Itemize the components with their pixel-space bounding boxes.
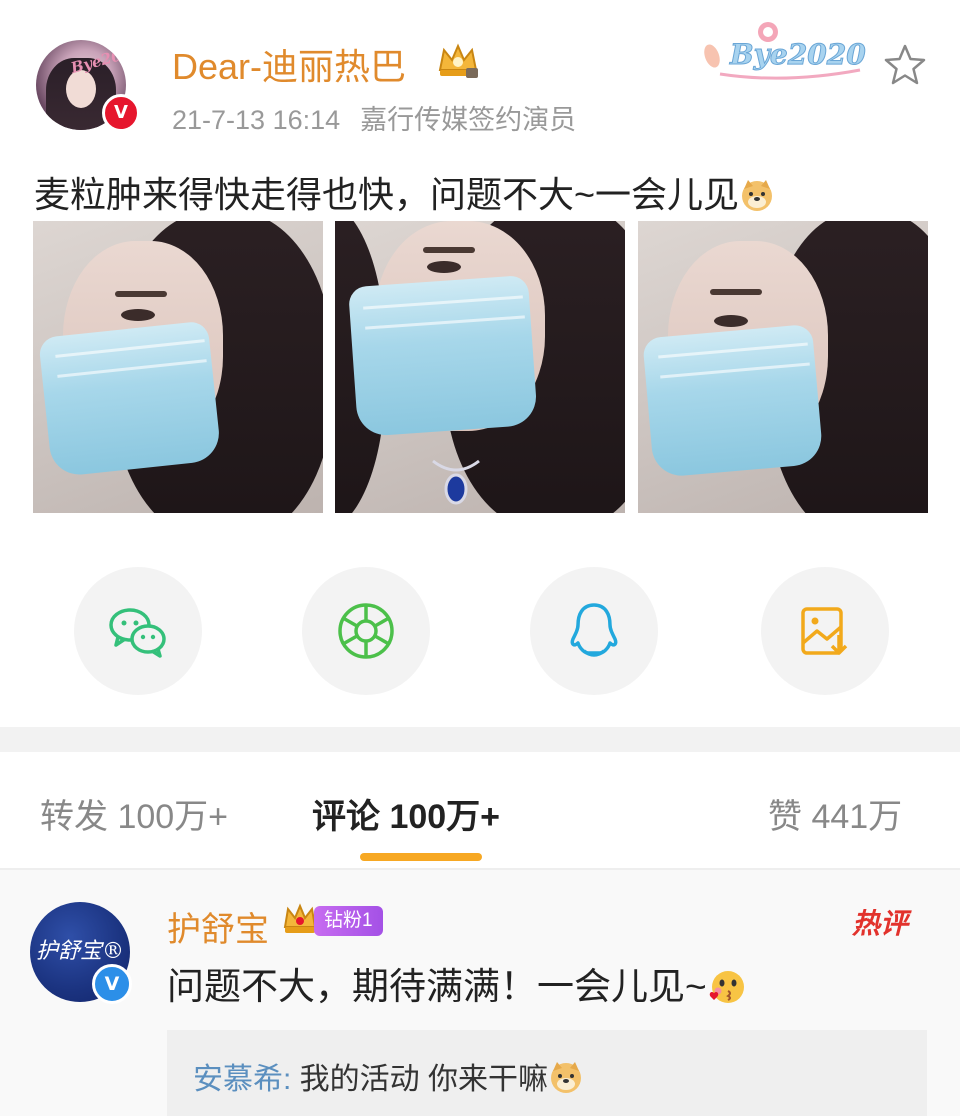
post-text-content: 麦粒肿来得快走得也快，问题不大~一会儿见 bbox=[34, 174, 740, 215]
post-photo-1[interactable] bbox=[33, 221, 323, 513]
reply-user[interactable]: 安慕希 bbox=[193, 1063, 283, 1096]
kiss-emoji-icon bbox=[709, 971, 744, 1003]
tab-repost[interactable]: 转发 100万+ bbox=[40, 789, 228, 838]
comment-text: 问题不大，期待满满！一会儿见~ bbox=[167, 956, 747, 1010]
tab-comment[interactable]: 评论 100万+ bbox=[312, 789, 500, 838]
post-source: 嘉行传媒签约演员 bbox=[360, 105, 577, 135]
section-divider bbox=[0, 727, 960, 752]
post-photo-3[interactable] bbox=[638, 221, 928, 513]
tab-repost-label: 转发 bbox=[40, 798, 108, 836]
post-meta: 21-7-13 16:14 嘉行传媒签约演员 bbox=[172, 98, 576, 137]
wechat-icon bbox=[109, 608, 166, 658]
tab-like-label: 赞 bbox=[768, 798, 802, 836]
qq-icon bbox=[570, 603, 618, 657]
tab-like[interactable]: 赞 441万 bbox=[768, 789, 902, 838]
moments-icon bbox=[338, 603, 394, 659]
share-moments-button[interactable] bbox=[302, 567, 430, 695]
post-text: 麦粒肿来得快走得也快，问题不大~一会儿见 bbox=[34, 166, 775, 218]
author-name[interactable]: Dear-迪丽热巴 bbox=[172, 38, 406, 90]
reply-text: 我的活动 你来干嘛 bbox=[299, 1063, 549, 1096]
comment-text-content: 问题不大，期待满满！一会儿见~ bbox=[167, 966, 707, 1007]
post-timestamp: 21-7-13 16:14 bbox=[172, 105, 341, 135]
bye-sticker-icon: Bye2020 bbox=[704, 22, 867, 80]
tab-like-count: 441万 bbox=[811, 798, 903, 836]
doge-emoji-icon bbox=[551, 1062, 582, 1093]
hot-comment-badge: 热评 bbox=[852, 908, 909, 939]
author-avatar[interactable]: Bye2020 V bbox=[36, 40, 140, 132]
save-image-icon bbox=[801, 607, 848, 655]
share-qq-button[interactable] bbox=[530, 567, 658, 695]
post-photo-2[interactable] bbox=[335, 221, 625, 513]
reply-preview[interactable]: 安慕希: 我的活动 你来干嘛 bbox=[167, 1030, 927, 1116]
commenter-verified-badge: V bbox=[92, 964, 132, 1004]
favorite-star-icon[interactable] bbox=[880, 40, 930, 90]
tab-comment-count: 100万+ bbox=[389, 798, 501, 836]
doge-emoji-icon bbox=[742, 180, 773, 211]
reply-line: 安慕希: 我的活动 你来干嘛 bbox=[193, 1054, 584, 1098]
commenter-name[interactable]: 护舒宝 bbox=[167, 902, 269, 951]
fan-level-badge: 钻粉1 bbox=[314, 906, 383, 936]
tab-repost-count: 100万+ bbox=[117, 798, 229, 836]
reply-separator: : bbox=[283, 1063, 300, 1096]
commenter-avatar[interactable]: 护舒宝® V bbox=[30, 902, 138, 1004]
share-wechat-button[interactable] bbox=[74, 567, 202, 695]
save-image-button[interactable] bbox=[761, 567, 889, 695]
svg-text:Bye2020: Bye2020 bbox=[729, 38, 866, 71]
crown-icon bbox=[438, 43, 478, 78]
crown-icon bbox=[283, 903, 317, 933]
verified-badge: V bbox=[102, 94, 140, 132]
active-tab-indicator bbox=[360, 853, 482, 861]
tab-comment-label: 评论 bbox=[312, 798, 380, 836]
